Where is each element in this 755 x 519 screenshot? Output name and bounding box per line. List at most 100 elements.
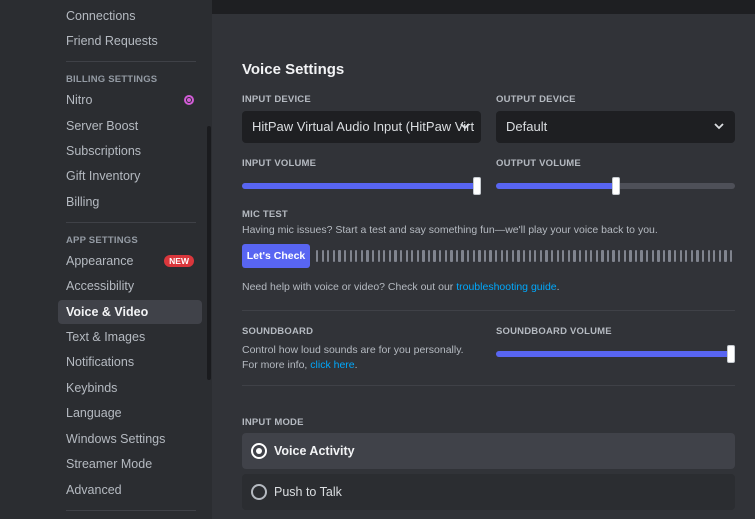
mic-level-bar	[674, 250, 677, 262]
mic-level-bar	[707, 250, 710, 262]
sidebar-item-advanced[interactable]: Advanced	[58, 478, 202, 502]
mic-level-bar	[327, 250, 330, 262]
sidebar-item-label: Friend Requests	[66, 34, 158, 48]
sidebar-item-windows-settings[interactable]: Windows Settings	[58, 427, 202, 451]
billing-settings-header: BILLING SETTINGS	[66, 74, 158, 85]
mic-level-bar	[623, 250, 626, 262]
lets-check-button[interactable]: Let's Check	[242, 244, 310, 268]
mic-level-bar	[701, 250, 705, 262]
click-here-link[interactable]: click here	[310, 359, 354, 371]
mic-level-bar	[679, 250, 682, 262]
mic-level-bar	[517, 250, 520, 262]
input-mode-voice-activity[interactable]: Voice Activity	[242, 433, 735, 469]
sidebar-item-label: Gift Inventory	[66, 169, 141, 183]
mic-level-bar	[634, 250, 638, 262]
mic-level-bar	[662, 250, 666, 262]
mic-level-bar	[718, 250, 722, 262]
output-device-select[interactable]: Default	[496, 111, 735, 143]
mic-level-bar	[595, 250, 598, 262]
sidebar-item-streamer-mode[interactable]: Streamer Mode	[58, 452, 202, 476]
sidebar-item-keybinds[interactable]: Keybinds	[58, 376, 202, 400]
sidebar-item-label: Connections	[66, 9, 136, 23]
output-volume-label: OUTPUT VOLUME	[496, 158, 581, 169]
mic-level-bar	[606, 250, 610, 262]
mic-level-bar	[383, 250, 386, 262]
radio-selected-icon	[251, 443, 267, 459]
mic-level-meter	[316, 249, 736, 263]
sidebar-item-label: Text & Images	[66, 330, 146, 344]
mic-level-bar	[629, 250, 632, 262]
slider-fill	[496, 183, 616, 189]
section-divider	[242, 385, 735, 386]
input-mode-label: INPUT MODE	[242, 417, 304, 428]
voice-video-settings: Voice Settings INPUT DEVICE OUTPUT DEVIC…	[212, 14, 755, 519]
sidebar-item-language[interactable]: Language	[58, 401, 202, 425]
sidebar-item-label: Keybinds	[66, 381, 118, 395]
mic-level-bar	[332, 250, 336, 262]
nitro-icon	[184, 95, 194, 105]
mic-level-bar	[433, 250, 436, 262]
mic-level-bar	[640, 250, 643, 262]
sidebar-item-label: Accessibility	[66, 279, 135, 293]
troubleshooting-guide-link[interactable]: troubleshooting guide	[456, 281, 556, 293]
help-text: Need help with voice or video? Check out…	[242, 280, 732, 295]
input-device-select[interactable]: HitPaw Virtual Audio Input (HitPaw Virt	[242, 111, 481, 143]
sidebar-item-nitro[interactable]: Nitro	[58, 88, 202, 112]
mic-level-bar	[316, 250, 319, 262]
sidebar-item-gift-inventory[interactable]: Gift Inventory	[58, 164, 202, 188]
sidebar-item-voice-video[interactable]: Voice & Video	[58, 300, 202, 324]
mic-level-bar	[528, 250, 531, 262]
sidebar-item-server-boost[interactable]: Server Boost	[58, 114, 202, 138]
sidebar-item-label: Streamer Mode	[66, 457, 153, 471]
mic-level-bar	[472, 250, 475, 262]
sidebar-item-appearance[interactable]: Appearance NEW	[58, 249, 202, 273]
input-device-label: INPUT DEVICE	[242, 94, 311, 105]
sidebar-item-text-images[interactable]: Text & Images	[58, 325, 202, 349]
mic-level-bar	[578, 250, 582, 262]
input-volume-slider[interactable]	[242, 177, 481, 195]
sidebar-item-subscriptions[interactable]: Subscriptions	[58, 139, 202, 163]
chevron-down-icon	[714, 123, 724, 130]
sidebar-scrollbar[interactable]	[207, 126, 211, 380]
mic-level-bar	[388, 250, 392, 262]
mic-level-bar	[657, 250, 660, 262]
sidebar-item-connections[interactable]: Connections	[58, 4, 202, 28]
input-mode-push-to-talk[interactable]: Push to Talk	[242, 474, 735, 510]
sidebar-item-notifications[interactable]: Notifications	[58, 350, 202, 374]
mic-level-bar	[601, 250, 604, 262]
mic-level-bar	[573, 250, 576, 262]
sidebar-item-friend-requests[interactable]: Friend Requests	[58, 29, 202, 53]
sidebar-item-accessibility[interactable]: Accessibility	[58, 274, 202, 298]
sidebar-item-billing[interactable]: Billing	[58, 190, 202, 214]
sidebar-item-label: Appearance	[66, 254, 134, 268]
mic-level-bar	[427, 250, 431, 262]
slider-handle[interactable]	[612, 177, 620, 195]
mic-level-bar	[338, 250, 341, 262]
slider-handle[interactable]	[473, 177, 481, 195]
mic-level-bar	[618, 250, 621, 262]
mic-level-bar	[534, 250, 537, 262]
output-volume-slider[interactable]	[496, 177, 735, 195]
output-device-value: Default	[506, 119, 548, 134]
sidebar-item-label: Notifications	[66, 355, 135, 369]
mic-level-bar	[506, 250, 509, 262]
output-device-label: OUTPUT DEVICE	[496, 94, 576, 105]
input-volume-label: INPUT VOLUME	[242, 158, 317, 169]
mic-level-bar	[377, 250, 380, 262]
sidebar-item-label: Subscriptions	[66, 144, 142, 158]
mic-level-bar	[405, 250, 408, 262]
mic-level-bar	[450, 250, 453, 262]
mic-level-bar	[567, 250, 571, 262]
mic-level-bar	[483, 250, 487, 262]
sidebar-separator	[66, 222, 196, 223]
sidebar-separator	[66, 510, 196, 511]
radio-label: Push to Talk	[274, 485, 342, 499]
slider-handle[interactable]	[727, 345, 735, 363]
mic-level-bar	[349, 250, 352, 262]
mic-level-bar	[729, 250, 733, 262]
mic-level-bar	[646, 250, 649, 262]
mic-level-bar	[343, 250, 347, 262]
soundboard-volume-slider[interactable]	[496, 345, 735, 363]
mic-level-bar	[584, 250, 587, 262]
sidebar-item-label: Windows Settings	[66, 432, 166, 446]
